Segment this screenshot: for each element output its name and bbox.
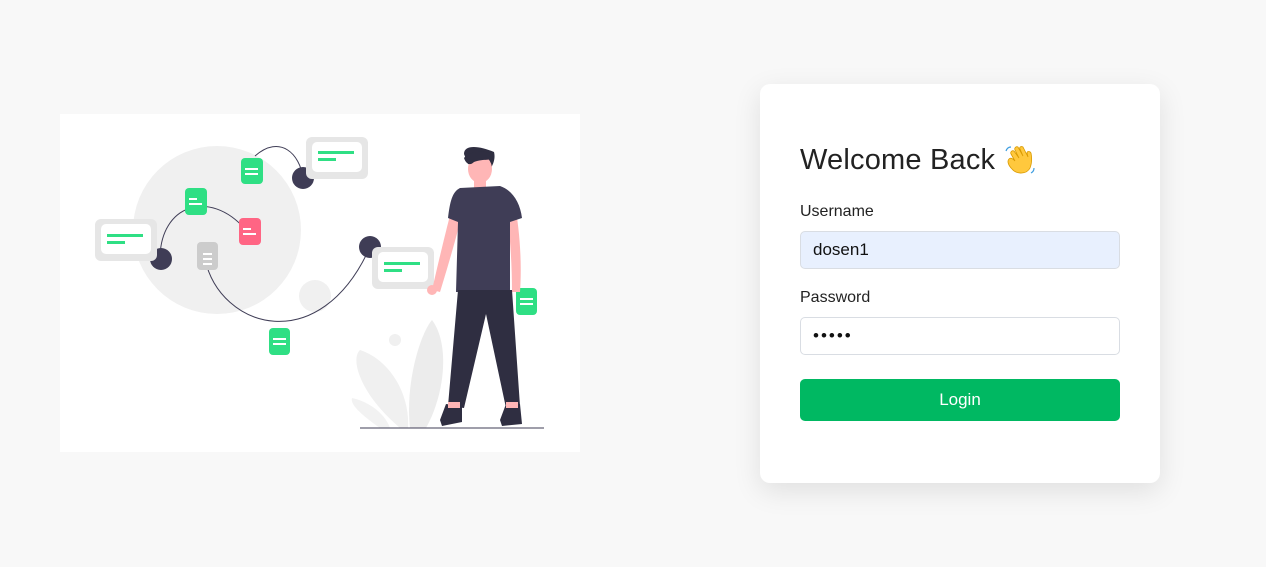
- document-icon: [516, 288, 537, 315]
- small-background-circle: [299, 280, 331, 312]
- document-icon: [239, 218, 261, 245]
- waving-hand-icon: [1005, 146, 1035, 174]
- message-card: [372, 247, 434, 289]
- document-icon: [197, 242, 218, 270]
- message-card: [95, 219, 157, 261]
- document-icon: [185, 188, 207, 215]
- page-title: Welcome Back: [800, 143, 996, 176]
- illustration-svg: [95, 137, 544, 429]
- username-input[interactable]: [800, 231, 1120, 269]
- document-icon: [241, 158, 263, 184]
- login-page: Welcome Back Username Password Login: [0, 0, 1266, 567]
- message-card: [306, 137, 368, 179]
- person-figure: [427, 147, 522, 426]
- background-circle: [133, 146, 301, 314]
- password-label: Password: [800, 289, 871, 306]
- people-network-illustration: [60, 114, 580, 452]
- title-row: Welcome Back: [800, 140, 1120, 180]
- password-input[interactable]: [800, 317, 1120, 355]
- login-button[interactable]: Login: [800, 379, 1120, 421]
- tiny-background-circle: [389, 334, 401, 346]
- document-icon: [269, 328, 290, 355]
- login-card: Welcome Back Username Password Login: [760, 84, 1160, 483]
- username-label: Username: [800, 203, 874, 220]
